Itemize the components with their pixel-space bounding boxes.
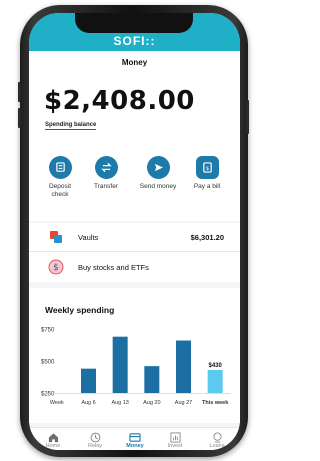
phone-power-button <box>246 100 249 134</box>
spending-balance-amount: $2,408.00 <box>44 86 195 116</box>
vaults-amount: $6,301.20 <box>190 233 224 242</box>
invest-dollar-icon: $ <box>48 259 64 275</box>
data-label: $430 <box>208 363 222 369</box>
transfer-label: Transfer <box>94 183 118 190</box>
home-icon <box>33 432 73 443</box>
tab-loans-label: Loans <box>209 443 225 449</box>
bar[interactable] <box>207 369 223 393</box>
buy-stocks-row[interactable]: $ Buy stocks and ETFs <box>29 252 240 282</box>
invest-icon <box>155 432 195 443</box>
deposit-icon <box>48 156 72 179</box>
weekly-spending-title: Weekly spending <box>45 305 115 315</box>
deposit-check-label: Deposit check <box>48 183 72 198</box>
bottom-tab-bar: Home Relay Money Invest Loans <box>29 427 240 450</box>
bar[interactable] <box>112 336 128 393</box>
loans-icon <box>197 432 237 443</box>
tab-home[interactable]: Home <box>33 432 73 449</box>
money-icon <box>115 432 155 443</box>
tab-invest[interactable]: Invest <box>155 432 195 449</box>
weekly-spending-chart: $750 $500 $250 Week Aug 6 Aug 13 Aug 20 Aug 27 T… <box>41 328 231 406</box>
phone-side-button <box>18 108 21 128</box>
relay-icon <box>75 432 115 443</box>
bar[interactable] <box>176 340 191 393</box>
x-tick-label: Aug 13 <box>111 400 128 406</box>
bill-icon: $ <box>195 156 219 179</box>
tab-loans[interactable]: Loans <box>197 432 237 449</box>
pay-bill-button[interactable]: $ Pay a bill <box>187 156 227 191</box>
app-screen: SOFI:: Money $2,408.00 Spending balance … <box>29 13 240 450</box>
x-tick-label: Aug 6 <box>81 400 95 406</box>
x-tick-label: This week <box>202 400 229 406</box>
tab-money-label: Money <box>126 443 144 449</box>
bar[interactable] <box>144 366 160 393</box>
x-tick-label: Week <box>50 400 64 406</box>
transfer-button[interactable]: Transfer <box>86 156 126 191</box>
svg-text:$: $ <box>53 263 59 273</box>
page-title: Money <box>121 58 148 67</box>
y-tick-label: $750 <box>41 328 55 334</box>
vaults-icon <box>48 229 64 245</box>
app-header: SOFI:: <box>29 13 240 51</box>
tab-money[interactable]: Money <box>115 432 155 449</box>
sofi-logo: SOFI:: <box>113 34 156 48</box>
y-tick-label: $250 <box>41 392 55 398</box>
spending-balance-link[interactable]: Spending balance <box>45 122 97 130</box>
pay-bill-label: Pay a bill <box>193 183 221 190</box>
tab-invest-label: Invest <box>167 443 183 449</box>
phone-notch <box>75 13 193 33</box>
bar[interactable] <box>81 368 96 393</box>
vaults-label: Vaults <box>78 233 99 242</box>
tab-relay-label: Relay <box>87 443 103 449</box>
svg-text:$: $ <box>205 166 209 172</box>
x-tick-label: Aug 20 <box>143 400 160 406</box>
vaults-row[interactable]: Vaults $6,301.20 <box>29 223 240 251</box>
send-icon <box>146 156 170 179</box>
deposit-check-button[interactable]: Deposit check <box>40 156 80 199</box>
transfer-icon <box>94 156 118 179</box>
phone-side-button <box>18 82 21 102</box>
send-money-button[interactable]: Send money <box>138 156 178 191</box>
x-tick-label: Aug 27 <box>175 400 192 406</box>
tab-home-label: Home <box>45 443 61 449</box>
buy-stocks-label: Buy stocks and ETFs <box>78 263 149 272</box>
send-money-label: Send money <box>139 183 177 190</box>
y-tick-label: $500 <box>41 360 55 366</box>
tab-relay[interactable]: Relay <box>75 432 115 449</box>
